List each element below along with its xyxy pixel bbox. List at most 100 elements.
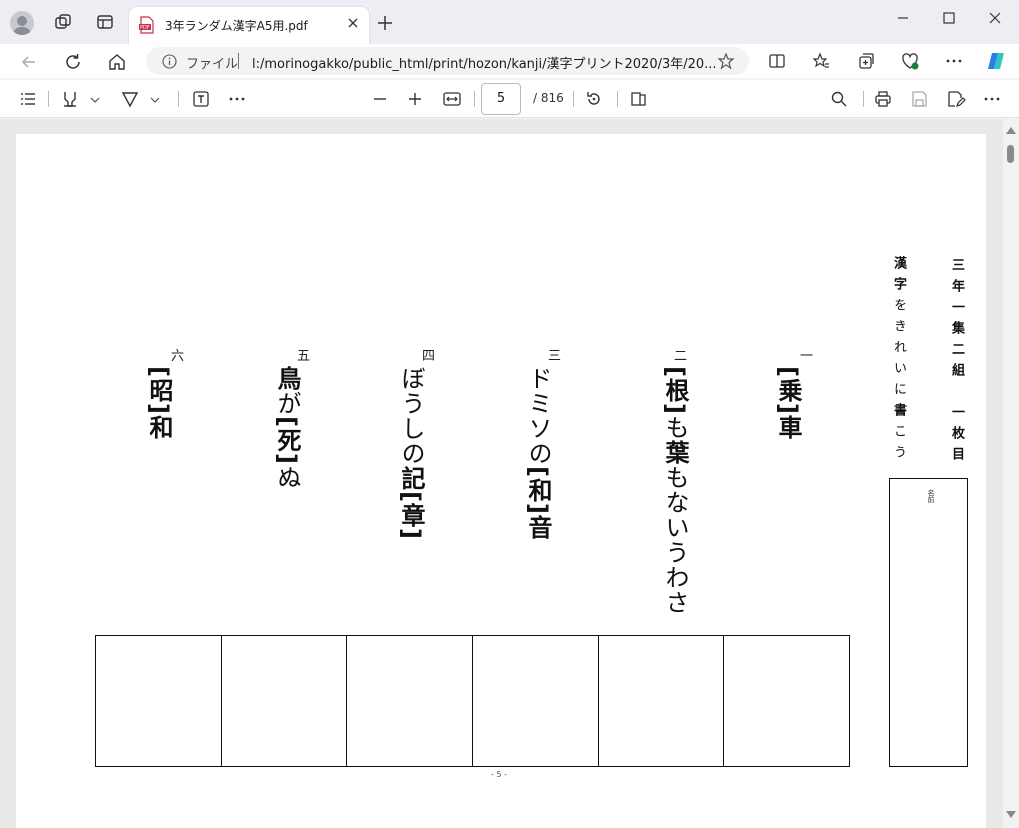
question-segment: [根] [661,366,689,415]
collections-icon[interactable] [856,51,876,71]
toolbar-divider [863,91,864,107]
info-icon[interactable] [162,54,177,69]
url-text[interactable]: l:/morinogakko/public_html/print/hozon/k… [252,53,717,72]
close-tab-icon[interactable] [347,17,359,29]
toolbar-divider [573,91,574,107]
question-segment: [乗] [774,366,802,415]
question-number: 六 [171,349,185,364]
vertical-scrollbar[interactable] [1003,119,1019,828]
svg-text:PDF: PDF [140,25,150,31]
page-total: / 816 [533,91,564,105]
copilot-icon[interactable] [983,49,1009,73]
question-number: 五 [297,349,311,364]
question-number: 一 [800,349,814,364]
answer-box-5[interactable] [222,636,348,766]
question-segment: 車 [774,414,802,440]
scroll-thumb[interactable] [1007,145,1014,163]
question-segment: ぼうしの [397,366,425,466]
page-number-footer: - 5 - [491,770,507,779]
add-text-icon[interactable] [191,89,211,109]
question-text: [乗]車 [773,366,803,440]
highlight-icon[interactable] [60,89,80,109]
page-number-input[interactable]: 5 [481,83,521,115]
answer-box-4[interactable] [347,636,474,766]
page-view-icon[interactable] [629,89,649,109]
instruction-segment: をきれいに [891,298,906,403]
print-icon[interactable] [873,89,893,109]
question-segment: もないうわさ [661,464,689,615]
favorites-icon[interactable] [811,51,831,71]
question-number: 三 [548,349,562,364]
worksheet-title: 三年一集二組 一枚目 [949,258,964,468]
tab-pdf[interactable]: PDF 3年ランダム漢字A5用.pdf [129,7,369,44]
workspaces-icon[interactable] [53,12,73,32]
profile-avatar[interactable] [10,11,34,35]
question-text: 鳥が[死]ぬ [272,366,302,490]
back-icon[interactable] [19,52,39,72]
question-segment: 鳥 [273,366,301,391]
worksheet-instruction: 漢字をきれいに書こう [889,256,908,466]
pdf-more-icon[interactable] [982,89,1002,109]
answer-box-6[interactable] [96,636,222,766]
name-label: 名前 [927,489,935,503]
favorite-star-icon[interactable] [717,52,735,70]
title-bar: PDF 3年ランダム漢字A5用.pdf [0,0,1019,44]
name-box[interactable]: 名前 [889,478,968,767]
tab-actions-icon[interactable] [95,12,115,32]
scroll-down-icon[interactable] [1006,811,1016,818]
tab-title: 3年ランダム漢字A5用.pdf [165,19,308,33]
minimize-icon[interactable] [895,10,911,26]
question-segment: 記 [397,466,425,491]
url-scheme-label: ファイル [186,57,239,72]
toolbar-divider [178,91,179,107]
question-segment: が [273,391,301,416]
split-screen-icon[interactable] [767,51,787,71]
answer-box-3[interactable] [473,636,599,766]
answer-boxes [95,635,850,767]
instruction-segment: 字 [891,277,906,298]
url-bar[interactable]: ファイル l:/morinogakko/public_html/print/ho… [146,47,749,75]
save-as-icon[interactable] [946,89,966,109]
question-text: ぼうしの記[章] [396,366,426,540]
toolbar-divider [474,91,475,107]
zoom-out-icon[interactable] [370,89,390,109]
draw-icon[interactable] [120,89,140,109]
browser-essentials-icon[interactable] [900,51,920,71]
pdf-toolbar: 5 / 816 [0,80,1019,118]
answer-box-1[interactable] [724,636,849,766]
save-icon[interactable] [909,89,929,109]
highlight-dropdown-icon[interactable] [88,89,102,109]
new-tab-icon[interactable] [376,14,394,32]
question-segment: [和] [524,466,552,515]
pdf-viewer[interactable]: 一 二 三 四 五 六 [乗]車 [根]も葉もないうわさ ドミソの[和]音 ぼう… [0,119,1019,828]
scroll-up-icon[interactable] [1006,127,1016,134]
more-tools-icon[interactable] [227,89,247,109]
url-separator [238,53,239,69]
instruction-segment: こう [891,424,906,466]
toolbar-divider [617,91,618,107]
refresh-icon[interactable] [63,52,83,72]
pdf-file-icon: PDF [139,16,154,34]
fit-to-width-icon[interactable] [442,89,462,109]
draw-dropdown-icon[interactable] [148,89,162,109]
rotate-icon[interactable] [584,89,604,109]
question-segment: 和 [145,414,173,440]
question-text: [昭]和 [144,366,174,440]
close-window-icon[interactable] [987,10,1003,26]
address-bar: ファイル l:/morinogakko/public_html/print/ho… [0,44,1019,78]
question-segment: も [661,414,689,440]
instruction-segment: 書 [891,403,906,424]
question-segment: ドミソの [524,366,552,466]
more-menu-icon[interactable] [944,51,964,71]
zoom-in-icon[interactable] [405,89,425,109]
question-segment: [死] [273,416,301,465]
instruction-segment: 漢 [891,256,906,277]
question-text: [根]も葉もないうわさ [660,366,690,615]
maximize-icon[interactable] [941,10,957,26]
question-segment: [章] [397,491,425,540]
find-icon[interactable] [829,89,849,109]
answer-box-2[interactable] [599,636,725,766]
contents-list-icon[interactable] [18,89,38,109]
pdf-page: 一 二 三 四 五 六 [乗]車 [根]も葉もないうわさ ドミソの[和]音 ぼう… [16,134,986,828]
home-icon[interactable] [107,52,127,72]
